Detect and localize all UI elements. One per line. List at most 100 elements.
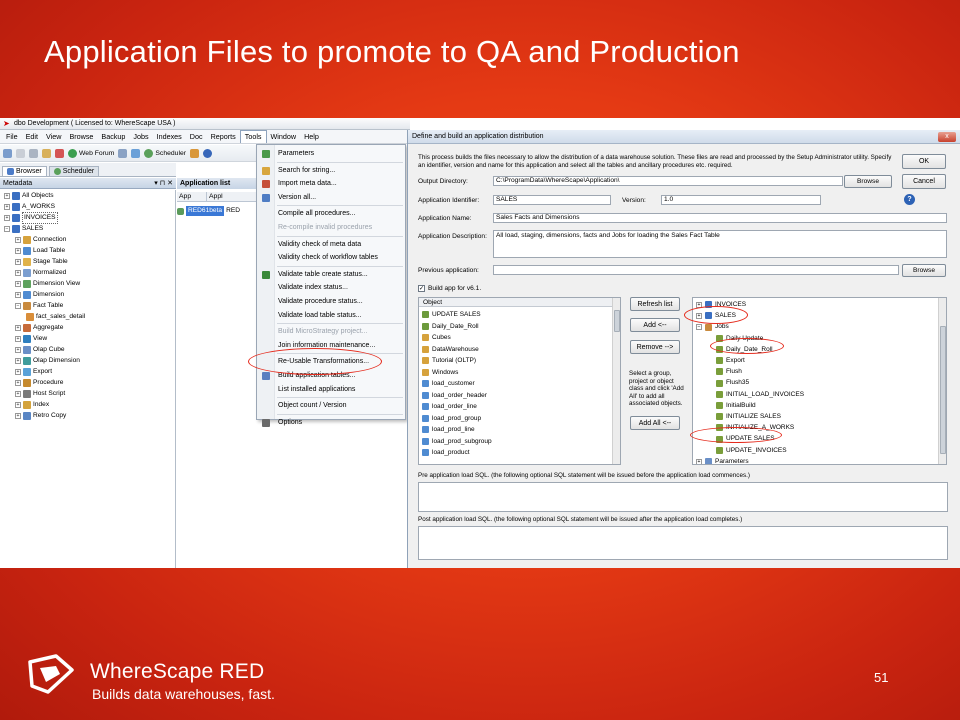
selected-tree-item[interactable]: + Parameters bbox=[696, 456, 749, 464]
tree-item[interactable]: + INVOICES bbox=[4, 212, 58, 224]
expand-toggle-icon[interactable]: − bbox=[15, 303, 21, 309]
menu-doc[interactable]: Doc bbox=[186, 130, 207, 144]
expand-toggle-icon[interactable]: + bbox=[15, 237, 21, 243]
expand-toggle-icon[interactable]: + bbox=[15, 248, 21, 254]
menu-reports[interactable]: Reports bbox=[207, 130, 240, 144]
expand-toggle-icon[interactable]: + bbox=[15, 347, 21, 353]
col-app2[interactable]: Appl bbox=[207, 192, 259, 201]
delete-icon[interactable] bbox=[55, 148, 64, 158]
menu-help[interactable]: Help bbox=[300, 130, 323, 144]
tools-menu-item[interactable]: Validate index status... bbox=[257, 281, 405, 294]
menu-window[interactable]: Window bbox=[267, 130, 301, 144]
pre-sql-input[interactable] bbox=[418, 482, 948, 512]
expand-toggle-icon[interactable]: + bbox=[4, 193, 10, 199]
object-list-item[interactable]: UPDATE SALES bbox=[422, 309, 481, 321]
chart-icon[interactable] bbox=[131, 148, 141, 158]
tools-menu-item[interactable]: Validate table create status... bbox=[257, 268, 405, 281]
application-name-input[interactable]: Sales Facts and Dimensions bbox=[493, 213, 947, 223]
tools-menu-item[interactable]: Compile all procedures... bbox=[257, 207, 405, 220]
expand-toggle-icon[interactable]: + bbox=[15, 369, 21, 375]
expand-toggle-icon[interactable]: + bbox=[696, 458, 702, 464]
object-list-item[interactable]: load_prod_group bbox=[422, 413, 481, 425]
menu-edit[interactable]: Edit bbox=[22, 130, 42, 144]
application-identifier-input[interactable]: SALES bbox=[493, 195, 611, 205]
expand-toggle-icon[interactable]: + bbox=[15, 402, 21, 408]
selected-tree-item[interactable]: Export bbox=[716, 355, 745, 367]
expand-toggle-icon[interactable]: + bbox=[15, 270, 21, 276]
tree-item[interactable]: + Retro Copy bbox=[15, 411, 66, 421]
flag-icon[interactable] bbox=[190, 148, 199, 158]
tree-item[interactable]: fact_sales_detail bbox=[26, 312, 85, 322]
menu-view[interactable]: View bbox=[42, 130, 65, 144]
expand-toggle-icon[interactable]: + bbox=[4, 204, 10, 210]
tools-menu-item[interactable]: Validity check of workflow tables bbox=[257, 251, 405, 264]
tools-menu-item[interactable]: Object count / Version bbox=[257, 399, 405, 412]
tab-browser[interactable]: Browser bbox=[2, 166, 47, 176]
tools-menu-item[interactable]: Options bbox=[257, 416, 405, 429]
object-list-item[interactable]: load_order_line bbox=[422, 401, 477, 413]
tools-menu-item[interactable]: Validity check of meta data bbox=[257, 238, 405, 251]
expand-toggle-icon[interactable]: + bbox=[4, 215, 10, 221]
tree-item[interactable]: + Host Script bbox=[15, 389, 65, 399]
build-v61-checkbox[interactable]: ✓ bbox=[418, 285, 425, 292]
object-list-item[interactable]: DataWarehouse bbox=[422, 344, 479, 356]
object-list-header[interactable]: Object bbox=[419, 298, 620, 307]
pin-close-icon[interactable]: ▾ ⊓ ✕ bbox=[154, 178, 173, 189]
new-icon[interactable] bbox=[3, 148, 12, 158]
tree-item[interactable]: + Dimension bbox=[15, 290, 64, 300]
application-description-input[interactable]: All load, staging, dimensions, facts and… bbox=[493, 230, 947, 258]
tools-menu-item[interactable]: Validate procedure status... bbox=[257, 295, 405, 308]
tree-item[interactable]: + Procedure bbox=[15, 378, 63, 388]
expand-toggle-icon[interactable]: − bbox=[4, 226, 10, 232]
tree-item[interactable]: + Stage Table bbox=[15, 257, 68, 267]
dialog-close-button[interactable]: x bbox=[938, 132, 956, 142]
tree-item[interactable]: + Index bbox=[15, 400, 49, 410]
tree-item[interactable]: + Export bbox=[15, 367, 52, 377]
menu-tools[interactable]: Tools bbox=[239, 130, 267, 143]
object-list-item[interactable]: Windows bbox=[422, 367, 458, 379]
tools-menu-item[interactable]: Version all... bbox=[257, 191, 405, 204]
browse-output-button[interactable]: Browse bbox=[844, 175, 892, 188]
expand-toggle-icon[interactable]: + bbox=[15, 292, 21, 298]
help-icon[interactable] bbox=[203, 148, 212, 158]
tree-item[interactable]: + A_WORKS bbox=[4, 202, 55, 212]
tree-item[interactable]: − SALES bbox=[4, 224, 43, 234]
copy-icon[interactable] bbox=[29, 148, 38, 158]
tools-menu-item[interactable]: Import meta data... bbox=[257, 177, 405, 190]
object-list-item[interactable]: load_prod_line bbox=[422, 424, 475, 436]
expand-toggle-icon[interactable]: + bbox=[15, 413, 21, 419]
previous-application-input[interactable] bbox=[493, 265, 899, 275]
tree-item[interactable]: + Normalized bbox=[15, 268, 66, 278]
paste-icon[interactable] bbox=[42, 148, 51, 158]
tree-item[interactable]: + Dimension View bbox=[15, 279, 80, 289]
selected-tree-item[interactable]: InitialBuild bbox=[716, 400, 756, 412]
tools-menu-item[interactable]: Search for string... bbox=[257, 164, 405, 177]
version-input[interactable]: 1.0 bbox=[661, 195, 821, 205]
report-icon[interactable] bbox=[118, 148, 128, 158]
tree-item[interactable]: + View bbox=[15, 334, 47, 344]
expand-toggle-icon[interactable]: + bbox=[15, 336, 21, 342]
web-forum-button[interactable]: Web Forum bbox=[68, 148, 114, 158]
tools-menu-item[interactable]: Validate load table status... bbox=[257, 309, 405, 322]
object-list-item[interactable]: load_customer bbox=[422, 378, 475, 390]
tree-item[interactable]: + Aggregate bbox=[15, 323, 63, 333]
tree-item[interactable]: + Olap Dimension bbox=[15, 356, 80, 366]
expand-toggle-icon[interactable]: + bbox=[15, 259, 21, 265]
cut-icon[interactable] bbox=[16, 148, 25, 158]
object-list-item[interactable]: Tutorial (OLTP) bbox=[422, 355, 476, 367]
ok-button[interactable]: OK bbox=[902, 154, 946, 169]
menu-backup[interactable]: Backup bbox=[97, 130, 129, 144]
object-list[interactable]: Object UPDATE SALES Daily_Date_Roll Cubes D… bbox=[418, 297, 621, 465]
refresh-list-button[interactable]: Refresh list bbox=[630, 297, 680, 311]
selected-tree-item[interactable]: INITIAL_LOAD_INVOICES bbox=[716, 389, 804, 401]
selected-tree-item[interactable]: Flush bbox=[716, 366, 742, 378]
tools-menu-item[interactable]: Parameters bbox=[257, 147, 405, 160]
application-list-row[interactable]: RED61beta RED bbox=[177, 206, 257, 216]
tree-item[interactable]: + Connection bbox=[15, 235, 66, 245]
tree-item[interactable]: + All Objects bbox=[4, 191, 54, 201]
help-icon[interactable]: ? bbox=[904, 194, 915, 205]
expand-toggle-icon[interactable]: + bbox=[15, 281, 21, 287]
selected-tree-item[interactable]: INITIALIZE SALES bbox=[716, 411, 781, 423]
menu-browse[interactable]: Browse bbox=[65, 130, 97, 144]
menu-file[interactable]: File bbox=[2, 130, 22, 144]
